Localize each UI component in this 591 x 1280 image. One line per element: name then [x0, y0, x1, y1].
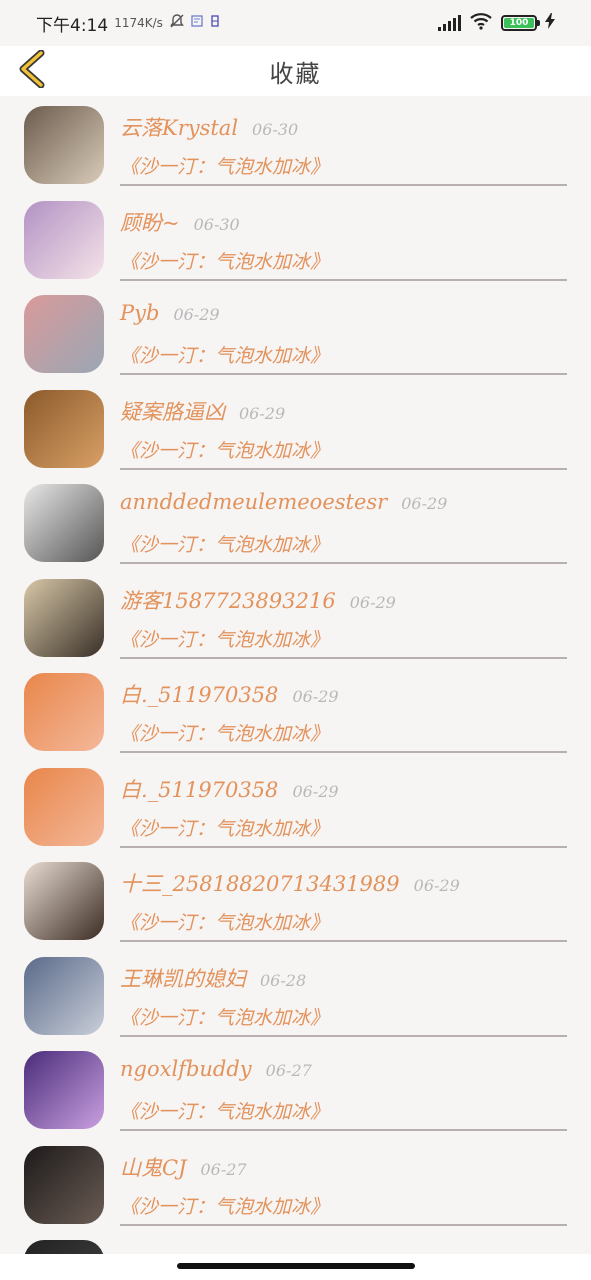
user-name[interactable]: 山鬼CJ — [120, 1152, 187, 1182]
favorite-row[interactable]: 山鬼CJ 06-27 《沙一汀：气泡水加冰》 — [0, 1136, 591, 1231]
favorite-date: 06-30 — [252, 120, 299, 139]
work-title[interactable]: 《沙一汀：气泡水加冰》 — [120, 436, 329, 463]
favorite-date: 06-27 — [265, 1061, 312, 1080]
status-time: 下午4:14 — [36, 15, 109, 36]
favorite-date: 06-29 — [239, 403, 286, 423]
row-divider — [120, 467, 567, 470]
favorite-row[interactable]: 王琳凯的媳妇 06-28 《沙一汀：气泡水加冰》 — [0, 947, 591, 1042]
favorite-date: 06-30 — [193, 214, 240, 234]
user-name[interactable]: 白._511970358 — [120, 679, 278, 709]
work-title[interactable]: 《沙一汀：气泡水加冰》 — [120, 625, 329, 652]
notification-icon — [191, 13, 203, 33]
row-divider — [120, 184, 567, 186]
user-name[interactable]: 王琳凯的媳妇 — [120, 963, 246, 993]
favorite-row[interactable]: 疑案胳逼凶 06-29 《沙一汀：气泡水加冰》 — [0, 380, 591, 475]
row-divider — [120, 1129, 567, 1131]
favorite-row[interactable]: Pyb 06-29 《沙一汀：气泡水加冰》 — [0, 285, 591, 380]
page-title: 收藏 — [269, 59, 322, 88]
favorite-row[interactable]: annddedmeulemeoestesr 06-29 《沙一汀：气泡水加冰》 — [0, 474, 591, 569]
avatar[interactable] — [24, 673, 104, 751]
user-name[interactable]: 十三_25818820713431989 — [120, 868, 400, 898]
avatar[interactable] — [24, 200, 104, 279]
avatar[interactable] — [24, 389, 104, 468]
favorite-date: 06-29 — [292, 687, 339, 706]
avatar[interactable] — [24, 295, 104, 373]
row-divider — [120, 656, 567, 659]
favorite-date: 06-28 — [260, 970, 307, 990]
user-name[interactable]: 顾盼~ — [120, 207, 180, 237]
favorite-date: 06-29 — [349, 592, 396, 612]
favorite-date: 06-27 — [200, 1159, 247, 1179]
nav-bar: 收藏 — [0, 46, 591, 96]
user-name[interactable]: ngoxlfbuddy — [120, 1057, 252, 1081]
work-title[interactable]: 《沙一汀：气泡水加冰》 — [120, 530, 329, 557]
home-indicator[interactable] — [177, 1263, 415, 1269]
avatar[interactable] — [24, 956, 104, 1035]
work-title[interactable]: 《沙一汀：气泡水加冰》 — [120, 1097, 329, 1124]
user-name[interactable]: Pyb — [120, 301, 159, 325]
row-divider — [120, 940, 567, 942]
signal-icon — [438, 15, 461, 31]
avatar[interactable] — [24, 862, 104, 940]
app-notification-icon — [209, 13, 221, 33]
network-speed: 1174K/s — [114, 16, 163, 30]
favorite-row[interactable]: 十三_25818820713431989 06-29 《沙一汀：气泡水加冰》 — [0, 852, 591, 947]
avatar[interactable] — [24, 1240, 104, 1254]
avatar[interactable] — [24, 1051, 104, 1129]
avatar[interactable] — [24, 484, 104, 562]
favorite-date: 06-29 — [413, 876, 460, 895]
battery-icon: 100 — [501, 15, 540, 31]
favorite-row[interactable]: 白._511970358 06-29 《沙一汀：气泡水加冰》 — [0, 663, 591, 758]
favorite-row[interactable]: 云落Krystal 06-30 《沙一汀：气泡水加冰》 — [0, 96, 591, 191]
favorite-date: 06-29 — [173, 305, 220, 324]
favorite-row[interactable]: 游客1587723893216 06-29 《沙一汀：气泡水加冰》 — [0, 569, 591, 664]
avatar[interactable] — [24, 1145, 104, 1224]
row-divider — [120, 278, 567, 281]
favorite-row[interactable]: ngoxlfbuddy 06-27 《沙一汀：气泡水加冰》 — [0, 1041, 591, 1136]
status-bar: 下午4:14 1174K/s 100 — [0, 0, 591, 46]
favorite-row[interactable]: 顾盼~ 06-30 《沙一汀：气泡水加冰》 — [0, 191, 591, 286]
favorites-list[interactable]: 云落Krystal 06-30 《沙一汀：气泡水加冰》 顾盼~ 06-30 《沙一汀：气泡… — [0, 96, 591, 1254]
favorite-row[interactable]: 白._511970358 06-29 《沙一汀：气泡水加冰》 — [0, 758, 591, 853]
work-title[interactable]: 《沙一汀：气泡水加冰》 — [120, 152, 329, 179]
battery-level: 100 — [504, 18, 534, 28]
work-title[interactable]: 《沙一汀：气泡水加冰》 — [120, 341, 329, 368]
work-title[interactable]: 《沙一汀：气泡水加冰》 — [120, 908, 329, 935]
user-name[interactable]: 游客1587723893216 — [120, 585, 336, 615]
mute-icon — [169, 13, 185, 34]
back-button[interactable] — [14, 49, 50, 92]
wifi-icon — [469, 12, 493, 35]
row-divider — [120, 562, 567, 564]
row-divider — [120, 751, 567, 753]
user-name[interactable]: 白._511970358 — [120, 774, 278, 804]
row-divider — [120, 845, 567, 848]
work-title[interactable]: 《沙一汀：气泡水加冰》 — [120, 719, 329, 746]
avatar[interactable] — [24, 767, 104, 846]
favorite-row[interactable] — [0, 1230, 591, 1254]
favorite-date: 06-29 — [292, 781, 339, 801]
row-divider — [120, 1034, 567, 1037]
user-name[interactable]: 疑案胳逼凶 — [120, 396, 225, 426]
user-name[interactable]: 云落Krystal — [120, 112, 238, 142]
favorite-date: 06-29 — [401, 494, 448, 513]
avatar[interactable] — [24, 106, 104, 184]
avatar[interactable] — [24, 578, 104, 657]
work-title[interactable]: 《沙一汀：气泡水加冰》 — [120, 247, 329, 274]
work-title[interactable]: 《沙一汀：气泡水加冰》 — [120, 1003, 329, 1030]
chevron-left-icon — [17, 49, 47, 92]
charging-icon — [545, 12, 555, 34]
user-name[interactable]: annddedmeulemeoestesr — [120, 490, 387, 514]
work-title[interactable]: 《沙一汀：气泡水加冰》 — [120, 814, 329, 841]
work-title[interactable]: 《沙一汀：气泡水加冰》 — [120, 1192, 329, 1219]
row-divider — [120, 1223, 567, 1226]
row-divider — [120, 373, 567, 375]
